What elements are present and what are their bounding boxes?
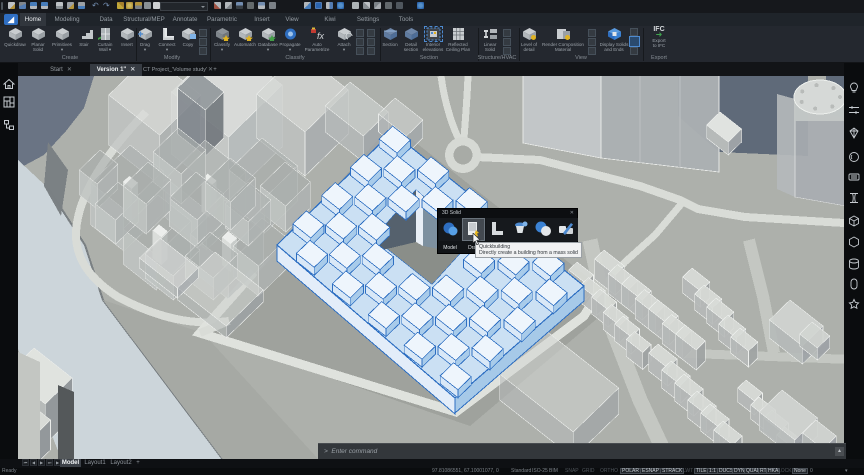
- svg-text:fx: fx: [317, 31, 325, 41]
